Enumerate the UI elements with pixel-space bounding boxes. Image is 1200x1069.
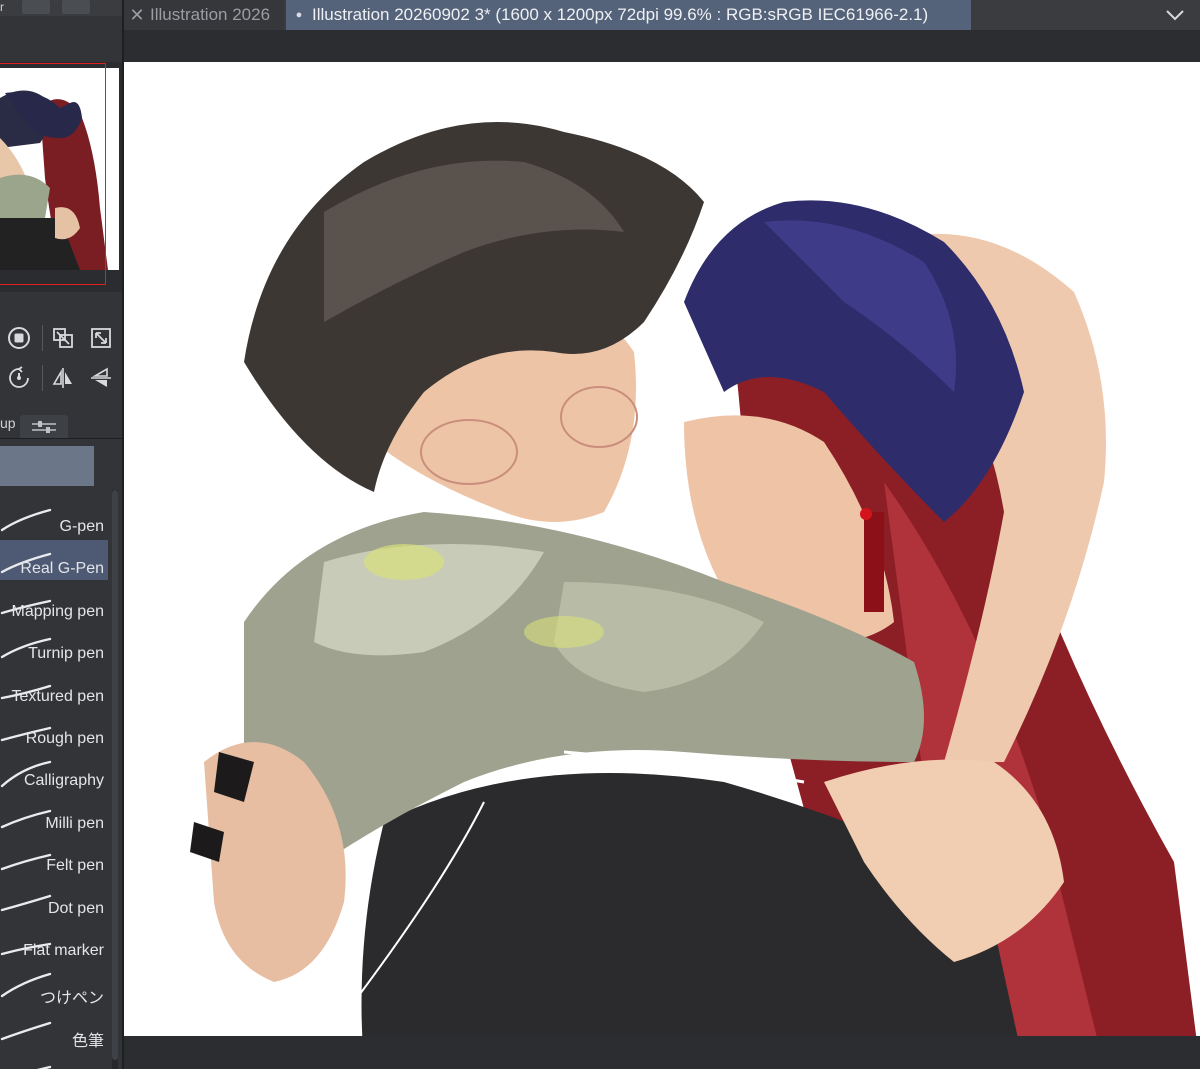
- brush-list: G-pen Real G-Pen Mapping pen Turnip pen Text…: [0, 490, 110, 1069]
- document-tab-1-label: Illustration 2026: [150, 5, 271, 24]
- document-tab-1[interactable]: ✕ Illustration 2026: [124, 0, 284, 30]
- brush-item[interactable]: 色筆: [0, 1007, 108, 1050]
- navigator-view-frame[interactable]: [0, 63, 106, 285]
- brush-item[interactable]: Flat marker: [0, 922, 108, 962]
- flip-vertical-icon[interactable]: [88, 365, 114, 391]
- brush-item[interactable]: Turnip pen: [0, 625, 108, 665]
- document-tab-bar: ✕ Illustration 2026 ● Illustration 20260…: [124, 0, 1200, 30]
- brush-item[interactable]: Dot pen: [0, 880, 108, 920]
- brush-item-label: Milli pen: [45, 814, 104, 832]
- left-panel: r up G-pen Real G-Pen Mapping pen Turnip…: [0, 0, 122, 1069]
- brush-item[interactable]: つけペン: [0, 964, 108, 1007]
- brush-item-label: 色筆: [71, 1032, 104, 1050]
- brush-stroke-preview-icon: [0, 1021, 52, 1040]
- brush-item-label: Flat marker: [23, 942, 104, 959]
- subtool-tab-bar: up: [0, 410, 122, 439]
- brush-stroke-preview-icon: [0, 853, 52, 871]
- zoom-fit-icon[interactable]: [50, 325, 76, 351]
- brush-item[interactable]: G-pen: [0, 498, 108, 538]
- canvas-status-bar: [124, 1036, 1200, 1069]
- canvas-area: [124, 30, 1200, 1069]
- chevron-down-icon[interactable]: [1164, 4, 1186, 26]
- brush-item-label: Rough pen: [25, 730, 104, 747]
- brush-item[interactable]: Manga brush: [0, 1049, 108, 1069]
- layer-panel-icon[interactable]: [22, 0, 50, 14]
- panel-top-toolbar: r: [0, 0, 122, 16]
- brush-item-label: Turnip pen: [28, 645, 104, 663]
- brush-item[interactable]: Felt pen: [0, 837, 108, 877]
- brush-item[interactable]: Mapping pen: [0, 583, 108, 623]
- document-tab-2-label: Illustration 20260902 3* (1600 x 1200px …: [312, 5, 929, 24]
- drawing-canvas[interactable]: [124, 62, 1200, 1066]
- brush-item-label: Mapping pen: [11, 602, 104, 620]
- flip-horizontal-icon[interactable]: [50, 365, 76, 391]
- brush-item[interactable]: Milli pen: [0, 795, 108, 835]
- brush-item-label: G-pen: [59, 518, 104, 535]
- panel-top-label: r: [0, 0, 4, 14]
- brush-item[interactable]: Textured pen: [0, 668, 108, 708]
- image-panel-icon[interactable]: [62, 0, 90, 14]
- brush-item-label: Dot pen: [47, 899, 104, 917]
- brush-item[interactable]: Real G-Pen: [0, 540, 108, 581]
- brush-list-scrollbar[interactable]: [112, 490, 118, 1069]
- brush-stroke-preview-icon: [37, 1065, 52, 1069]
- document-tab-2[interactable]: ● Illustration 20260902 3* (1600 x 1200p…: [286, 0, 971, 30]
- subtool-group-tab[interactable]: up: [0, 415, 18, 438]
- brush-item-label: Textured pen: [11, 687, 104, 705]
- brush-item-label: Felt pen: [46, 857, 104, 875]
- brush-stroke-preview-icon: [0, 809, 52, 828]
- brush-item[interactable]: Calligraphy: [0, 752, 108, 792]
- sliders-icon[interactable]: [20, 415, 68, 438]
- zoom-fill-icon[interactable]: [88, 325, 114, 351]
- rotate-reset-icon[interactable]: [6, 365, 32, 391]
- artwork-illustration: [190, 122, 1200, 1066]
- brush-item[interactable]: Rough pen: [0, 710, 108, 750]
- brush-item-label: つけペン: [39, 990, 104, 1008]
- subtool-group-header[interactable]: [0, 446, 94, 486]
- brush-item-label: Real G-Pen: [20, 560, 104, 578]
- brush-item-label: Calligraphy: [23, 772, 104, 790]
- brush-stroke-preview-icon: [0, 894, 52, 911]
- navigator-toolbar: [0, 315, 122, 400]
- unsaved-dot-icon: ●: [295, 9, 303, 21]
- stop-icon[interactable]: [6, 325, 32, 351]
- close-icon[interactable]: ✕: [124, 5, 150, 26]
- brush-stroke-preview-icon: [0, 508, 52, 532]
